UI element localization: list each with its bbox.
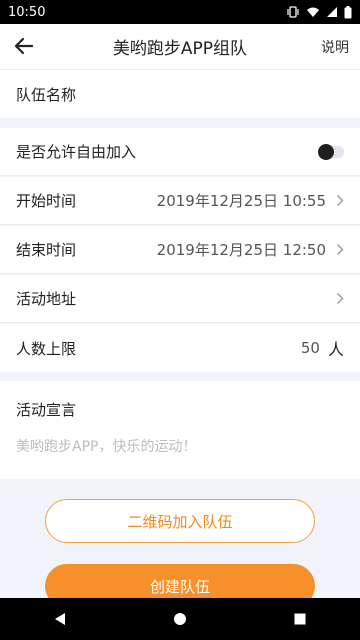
- max-people-row[interactable]: 人数上限 50 人: [0, 324, 360, 372]
- allow-join-label: 是否允许自由加入: [16, 143, 137, 161]
- page-title: 美哟跑步APP组队: [112, 39, 248, 59]
- chevron-right-icon: [337, 195, 344, 206]
- declaration-section: 活动宣言 美哟跑步APP，快乐的运动！: [0, 381, 360, 479]
- max-people-value: 50: [300, 339, 320, 357]
- circle-home-icon: [174, 613, 186, 625]
- max-people-label: 人数上限: [16, 339, 77, 358]
- battery-icon: [344, 5, 352, 18]
- toggle-knob: [318, 143, 334, 160]
- start-time-value: 2019年12月25日 10:55: [156, 192, 326, 210]
- nav-home-button[interactable]: [160, 599, 200, 639]
- wifi-icon: [307, 7, 319, 17]
- declaration-input[interactable]: 美哟跑步APP，快乐的运动！: [16, 436, 196, 456]
- vibrate-icon: [287, 6, 299, 18]
- team-name-field[interactable]: 队伍名称: [0, 70, 360, 118]
- max-people-unit: 人: [327, 340, 344, 359]
- end-time-row[interactable]: 结束时间 2019年12月25日 12:50: [0, 226, 360, 274]
- allow-join-row: 是否允许自由加入: [0, 128, 360, 176]
- nav-back-button[interactable]: [40, 599, 80, 639]
- status-icons: [286, 5, 352, 19]
- back-arrow-icon[interactable]: [12, 34, 36, 58]
- address-label: 活动地址: [16, 290, 77, 308]
- chevron-right-icon: [337, 293, 344, 304]
- help-link[interactable]: 说明: [321, 37, 349, 57]
- team-name-label: 队伍名称: [16, 85, 77, 104]
- square-recents-icon: [294, 613, 306, 625]
- end-time-label: 结束时间: [16, 241, 77, 259]
- signal-icon: [327, 7, 337, 17]
- system-nav-bar: [0, 598, 360, 640]
- chevron-right-icon: [337, 244, 344, 255]
- nav-recents-button[interactable]: [280, 599, 320, 639]
- start-time-label: 开始时间: [16, 192, 77, 210]
- address-row[interactable]: 活动地址: [0, 275, 360, 323]
- status-bar: 10:50: [0, 0, 360, 24]
- declaration-label: 活动宣言: [16, 401, 77, 419]
- allow-join-toggle[interactable]: [318, 143, 344, 160]
- status-time: 10:50: [8, 4, 46, 20]
- qr-join-button[interactable]: 二维码加入队伍: [45, 499, 315, 543]
- app-header: 美哟跑步APP组队 说明: [0, 24, 360, 70]
- triangle-back-icon: [55, 613, 65, 625]
- start-time-row[interactable]: 开始时间 2019年12月25日 10:55: [0, 177, 360, 225]
- end-time-value: 2019年12月25日 12:50: [156, 241, 326, 259]
